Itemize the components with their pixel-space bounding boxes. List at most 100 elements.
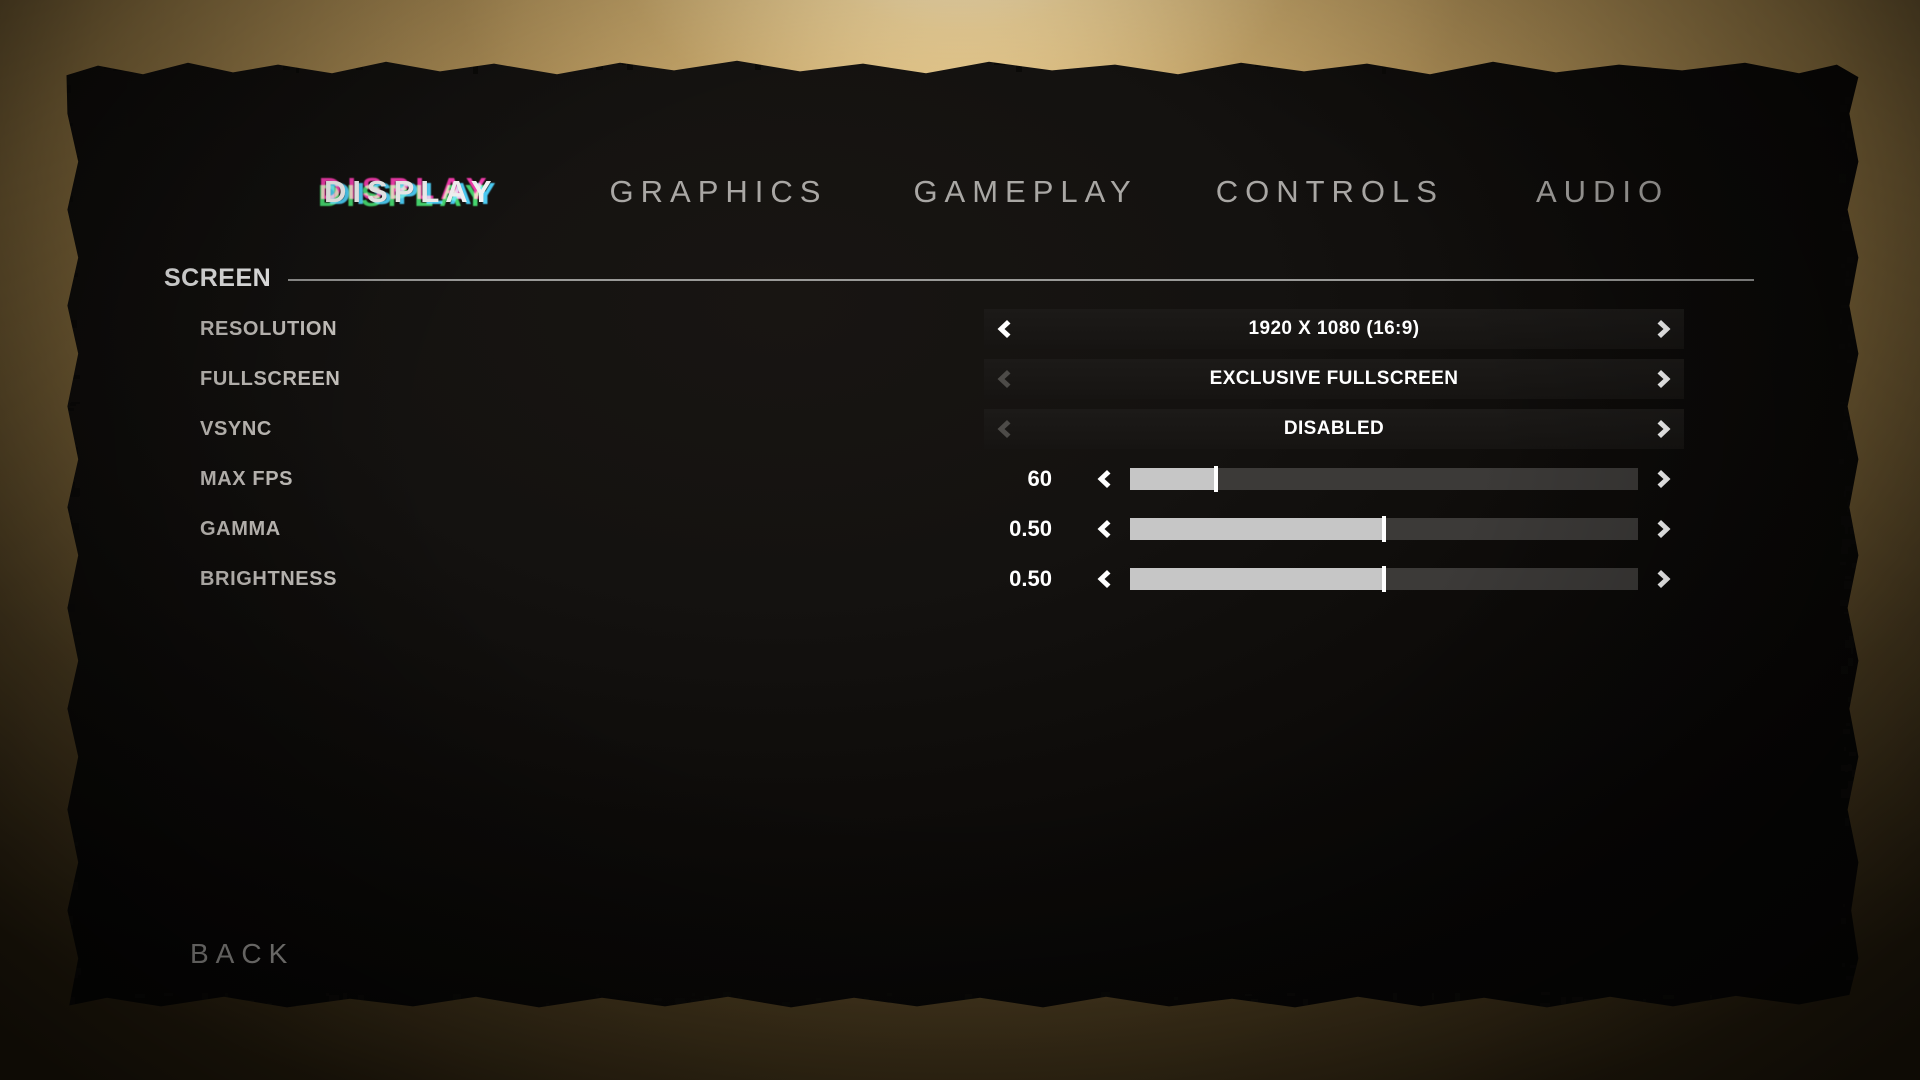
panel-edge-texture: [1171, 60, 1175, 62]
panel-edge-texture: [68, 751, 75, 758]
chevron-left-icon[interactable]: [1084, 468, 1124, 490]
panel-edge-texture: [691, 992, 696, 996]
panel-edge-texture: [113, 63, 124, 72]
panel-edge-texture: [66, 579, 68, 587]
panel-edge-texture: [1000, 60, 1005, 63]
panel-edge-texture: [66, 145, 72, 153]
setting-value-gamma: 0.50: [1009, 516, 1052, 541]
panel-edge-texture: [67, 997, 76, 1006]
panel-edge-texture: [1841, 139, 1845, 143]
chevron-right-icon[interactable]: [1644, 568, 1684, 590]
panel-edge-texture: [351, 52, 353, 58]
setting-row: VSYNC DISABLED: [67, 404, 1859, 454]
selector-control-vsync[interactable]: DISABLED: [984, 409, 1684, 449]
panel-edge-texture: [939, 1001, 946, 1007]
panel-edge-texture: [759, 53, 762, 60]
panel-edge-texture: [1250, 54, 1257, 59]
setting-label: FULLSCREEN: [200, 367, 341, 390]
panel-edge-texture: [66, 168, 72, 175]
panel-edge-texture: [517, 55, 521, 59]
setting-row: FULLSCREEN EXCLUSIVE FULLSCREEN: [67, 354, 1859, 404]
panel-edge-texture: [1181, 63, 1192, 70]
slider-control-gamma[interactable]: [1084, 509, 1684, 549]
panel-edge-texture: [622, 62, 626, 66]
chevron-left-icon[interactable]: [984, 318, 1024, 340]
panel-edge-texture: [1689, 1002, 1698, 1006]
panel-edge-texture: [1050, 62, 1062, 67]
selector-control-fullscreen[interactable]: EXCLUSIVE FULLSCREEN: [984, 359, 1684, 399]
chevron-right-icon[interactable]: [1644, 368, 1684, 390]
panel-edge-texture: [676, 1001, 688, 1005]
panel-edge-texture: [1312, 53, 1319, 60]
chevron-left-icon[interactable]: [1084, 518, 1124, 540]
panel-edge-texture: [1728, 63, 1736, 72]
slider-handle[interactable]: [1382, 516, 1386, 542]
panel-edge-texture: [1845, 722, 1851, 727]
tab-gameplay[interactable]: GAMEPLAY: [913, 174, 1137, 210]
chevron-right-icon[interactable]: [1644, 468, 1684, 490]
selector-control-resolution[interactable]: 1920 X 1080 (16:9): [984, 309, 1684, 349]
tab-display[interactable]: DISPLAY DISPLAY DISPLAY DISPLAY: [318, 171, 498, 213]
slider-handle[interactable]: [1214, 466, 1219, 492]
chevron-left-icon[interactable]: [984, 418, 1024, 440]
panel-edge-texture: [1844, 818, 1849, 826]
panel-edge-texture: [69, 171, 75, 176]
panel-edge-texture: [1560, 996, 1567, 1005]
setting-label: VSYNC: [200, 417, 272, 440]
tab-controls[interactable]: CONTROLS: [1216, 174, 1444, 210]
panel-edge-texture: [66, 968, 78, 978]
panel-edge-texture: [163, 992, 173, 997]
slider-track[interactable]: [1130, 466, 1638, 492]
slider-control-brightness[interactable]: [1084, 559, 1684, 599]
panel-edge-texture: [1316, 53, 1324, 58]
tab-label: DISPLAY: [324, 174, 498, 209]
panel-edge-texture: [66, 560, 69, 564]
chevron-right-icon[interactable]: [1644, 518, 1684, 540]
chevron-right-icon[interactable]: [1644, 418, 1684, 440]
setting-row: BRIGHTNESS 0.50: [67, 554, 1859, 604]
panel-edge-texture: [1259, 58, 1266, 60]
panel-edge-texture: [66, 580, 73, 583]
panel-edge-texture: [1849, 964, 1856, 969]
panel-edge-texture: [1250, 998, 1259, 1007]
slider-fill: [1130, 468, 1217, 490]
tab-audio[interactable]: AUDIO: [1536, 174, 1669, 210]
panel-edge-texture: [66, 847, 71, 854]
setting-label: MAX FPS: [200, 467, 294, 490]
panel-edge-texture: [66, 383, 71, 393]
panel-edge-texture: [67, 238, 71, 243]
panel-edge-texture: [1635, 1004, 1645, 1008]
slider-handle[interactable]: [1382, 566, 1386, 592]
panel-edge-texture: [1781, 65, 1792, 74]
panel-edge-texture: [334, 1004, 345, 1008]
panel-edge-texture: [1152, 53, 1156, 57]
panel-edge-texture: [996, 60, 1000, 66]
back-button[interactable]: BACK: [190, 938, 294, 970]
panel-edge-texture: [67, 937, 74, 946]
chevron-left-icon[interactable]: [984, 368, 1024, 390]
panel-edge-texture: [1847, 781, 1853, 788]
panel-edge-texture: [781, 1002, 791, 1008]
panel-edge-texture: [1255, 61, 1261, 67]
slider-track[interactable]: [1130, 516, 1638, 542]
slider-fill: [1130, 568, 1384, 590]
panel-edge-texture: [1310, 54, 1313, 59]
slider-control-max-fps[interactable]: [1084, 459, 1684, 499]
panel-edge-texture: [66, 928, 73, 934]
panel-edge-texture: [626, 1005, 632, 1008]
panel-edge-texture: [754, 60, 759, 65]
panel-edge-texture: [1651, 53, 1654, 59]
panel-edge-texture: [122, 1002, 128, 1008]
chevron-left-icon[interactable]: [1084, 568, 1124, 590]
panel-edge-texture: [216, 1003, 227, 1008]
panel-edge-texture: [1845, 278, 1853, 286]
panel-edge-texture: [310, 60, 317, 62]
panel-edge-texture: [1845, 97, 1851, 104]
panel-edge-texture: [1847, 658, 1854, 666]
chevron-right-icon[interactable]: [1644, 318, 1684, 340]
tab-graphics[interactable]: GRAPHICS: [610, 174, 828, 210]
slider-track[interactable]: [1130, 566, 1638, 592]
panel-edge-texture: [71, 350, 78, 355]
panel-edge-texture: [674, 998, 686, 1003]
panel-edge-texture: [986, 1000, 998, 1008]
